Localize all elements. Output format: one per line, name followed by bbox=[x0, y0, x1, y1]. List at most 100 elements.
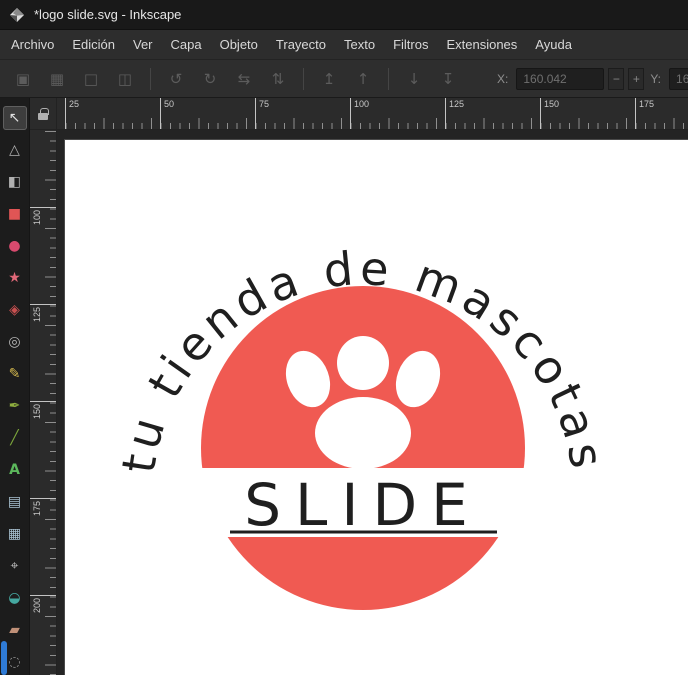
rectangle-icon: ■ bbox=[8, 207, 21, 221]
menu-trayecto[interactable]: Trayecto bbox=[267, 30, 335, 59]
raise-to-top-button[interactable]: ↥ bbox=[314, 66, 344, 92]
menu-objeto[interactable]: Objeto bbox=[211, 30, 267, 59]
tool-dropper[interactable]: ⌖ bbox=[3, 554, 27, 578]
tool-tweak[interactable]: ▰ bbox=[3, 618, 27, 642]
ruler-corner[interactable] bbox=[30, 98, 57, 130]
toolbox-scrollbar-thumb[interactable] bbox=[1, 641, 7, 675]
lock-guides-icon[interactable] bbox=[38, 113, 48, 120]
menu-filtros[interactable]: Filtros bbox=[384, 30, 437, 59]
tool-paint-bucket[interactable]: ◒ bbox=[3, 586, 27, 610]
x-coordinate-label: X: bbox=[497, 72, 508, 86]
inkscape-logo-icon bbox=[9, 7, 25, 23]
tweak-icon: ▰ bbox=[9, 623, 20, 637]
menu-extensiones[interactable]: Extensiones bbox=[437, 30, 526, 59]
v-ruler-label: 125 bbox=[30, 304, 56, 401]
document-area: 25 50 75 100 125 150 175 100 bbox=[30, 98, 688, 675]
text-tool-icon: A bbox=[9, 463, 20, 477]
star-icon: ★ bbox=[8, 271, 21, 285]
tool-mesh-gradient[interactable]: ▦ bbox=[3, 522, 27, 546]
raise-button[interactable]: ↑ bbox=[348, 66, 378, 92]
brand-text[interactable]: SLIDE bbox=[244, 471, 482, 539]
v-ruler-label: 100 bbox=[30, 207, 56, 304]
v-ruler-label: 200 bbox=[30, 595, 56, 675]
toolbar-separator bbox=[150, 68, 151, 90]
tool-3d-box[interactable]: ◈ bbox=[3, 298, 27, 322]
deselect-icon: □ bbox=[84, 70, 98, 88]
menu-archivo[interactable]: Archivo bbox=[2, 30, 63, 59]
h-ruler-label: 50 bbox=[160, 98, 255, 129]
toolbar-separator bbox=[303, 68, 304, 90]
raise-to-top-icon: ↥ bbox=[323, 70, 336, 88]
tool-pen[interactable]: ✒ bbox=[3, 394, 27, 418]
tool-text[interactable]: A bbox=[3, 458, 27, 482]
h-ruler-label: 25 bbox=[65, 98, 160, 129]
rotate-ccw-icon: ↺ bbox=[170, 70, 183, 88]
selection-box-toggle[interactable]: ◫ bbox=[110, 66, 140, 92]
selection-box-icon: ◫ bbox=[118, 70, 132, 88]
paw-pad[interactable] bbox=[315, 397, 411, 469]
pencil-icon: ✎ bbox=[9, 367, 21, 381]
paint-bucket-icon: ◒ bbox=[8, 591, 20, 605]
v-ruler-labels: 100 125 150 175 200 bbox=[30, 207, 56, 675]
x-coordinate-input[interactable]: 160.042 bbox=[516, 68, 604, 90]
vertical-ruler[interactable]: 100 125 150 175 200 bbox=[30, 130, 57, 675]
deselect-button[interactable]: □ bbox=[76, 66, 106, 92]
selection-toolbar: ▣ ▦ □ ◫ ↺ ↻ ⇆ ⇅ ↥ ↑ ↓ ↧ X: 160.042 − + Y… bbox=[0, 60, 688, 98]
tool-rectangle[interactable]: ■ bbox=[3, 202, 27, 226]
x-decrement-button[interactable]: − bbox=[608, 68, 624, 90]
flip-horizontal-button[interactable]: ⇆ bbox=[229, 66, 259, 92]
flip-vertical-button[interactable]: ⇅ bbox=[263, 66, 293, 92]
logo-artwork[interactable]: SLIDE tu tienda de mascotas bbox=[65, 140, 688, 675]
titlebar[interactable]: *logo slide.svg - Inkscape bbox=[0, 0, 688, 30]
canvas-row: 100 125 150 175 200 bbox=[30, 130, 688, 675]
menu-texto[interactable]: Texto bbox=[335, 30, 384, 59]
lower-icon: ↓ bbox=[408, 70, 421, 88]
menubar: Archivo Edición Ver Capa Objeto Trayecto… bbox=[0, 30, 688, 60]
tool-node-editor[interactable]: △ bbox=[3, 138, 27, 162]
h-ruler-label: 175 bbox=[635, 98, 688, 129]
dropper-icon: ⌖ bbox=[11, 559, 19, 573]
shape-builder-icon: ◧ bbox=[8, 175, 21, 189]
inkscape-window: *logo slide.svg - Inkscape Archivo Edici… bbox=[0, 0, 688, 675]
ellipse-icon: ● bbox=[8, 239, 20, 253]
tool-calligraphy[interactable]: ╱ bbox=[3, 426, 27, 450]
x-increment-button[interactable]: + bbox=[628, 68, 644, 90]
menu-capa[interactable]: Capa bbox=[162, 30, 211, 59]
select-all-button[interactable]: ▣ bbox=[8, 66, 38, 92]
select-all-layers-button[interactable]: ▦ bbox=[42, 66, 72, 92]
document-page[interactable]: SLIDE tu tienda de mascotas bbox=[65, 140, 688, 675]
y-coordinate-input[interactable]: 16 bbox=[669, 68, 688, 90]
rotate-cw-button[interactable]: ↻ bbox=[195, 66, 225, 92]
tool-shape-builder[interactable]: ◧ bbox=[3, 170, 27, 194]
tool-gradient[interactable]: ▤ bbox=[3, 490, 27, 514]
select-all-layers-icon: ▦ bbox=[50, 70, 64, 88]
window-title: *logo slide.svg - Inkscape bbox=[34, 7, 181, 22]
lower-to-bottom-button[interactable]: ↧ bbox=[433, 66, 463, 92]
calligraphy-icon: ╱ bbox=[10, 431, 18, 445]
menu-ayuda[interactable]: Ayuda bbox=[526, 30, 581, 59]
rotate-ccw-button[interactable]: ↺ bbox=[161, 66, 191, 92]
tool-star[interactable]: ★ bbox=[3, 266, 27, 290]
v-ruler-label: 175 bbox=[30, 498, 56, 595]
h-ruler-label: 125 bbox=[445, 98, 540, 129]
tool-pencil[interactable]: ✎ bbox=[3, 362, 27, 386]
menu-ver[interactable]: Ver bbox=[124, 30, 162, 59]
horizontal-ruler[interactable]: 25 50 75 100 125 150 175 bbox=[57, 98, 688, 130]
lower-button[interactable]: ↓ bbox=[399, 66, 429, 92]
paw-toe-middle[interactable] bbox=[337, 336, 389, 390]
raise-icon: ↑ bbox=[357, 70, 370, 88]
tool-ellipse[interactable]: ● bbox=[3, 234, 27, 258]
h-ruler-label: 150 bbox=[540, 98, 635, 129]
canvas-viewport[interactable]: SLIDE tu tienda de mascotas bbox=[57, 130, 688, 675]
select-all-icon: ▣ bbox=[16, 70, 30, 88]
h-ruler-labels: 25 50 75 100 125 150 175 bbox=[65, 98, 688, 129]
toolbar-separator bbox=[388, 68, 389, 90]
y-coordinate-label: Y: bbox=[650, 72, 661, 86]
h-ruler-label: 75 bbox=[255, 98, 350, 129]
menu-edicion[interactable]: Edición bbox=[63, 30, 124, 59]
tool-spiral[interactable]: ◎ bbox=[3, 330, 27, 354]
tool-selector[interactable]: ↖ bbox=[3, 106, 27, 130]
h-ruler-label: 100 bbox=[350, 98, 445, 129]
v-ruler-label: 150 bbox=[30, 401, 56, 498]
spiral-icon: ◎ bbox=[8, 335, 20, 349]
